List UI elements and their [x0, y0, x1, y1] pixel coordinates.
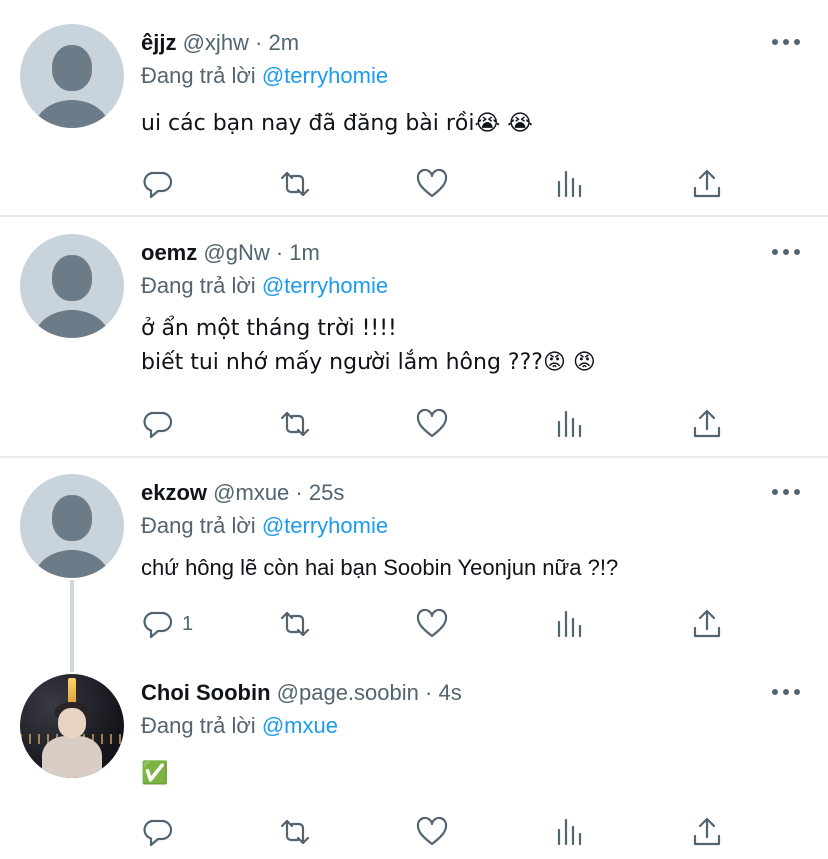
tweet[interactable]: Choi Soobin @page.soobin · 4s Đang trả l…	[0, 658, 828, 859]
reply-button[interactable]	[140, 166, 182, 202]
reply-icon	[143, 411, 173, 439]
timestamp[interactable]: 2m	[269, 30, 300, 55]
default-avatar[interactable]	[20, 24, 124, 128]
default-avatar[interactable]	[20, 234, 124, 338]
like-button[interactable]	[415, 406, 449, 442]
tweet-text: ui các bạn nay đã đăng bài rồi😭 😭	[141, 111, 533, 136]
timestamp[interactable]: 25s	[309, 480, 344, 505]
like-button[interactable]	[415, 166, 449, 202]
user-handle[interactable]: @gNw	[203, 240, 269, 265]
reply-icon	[143, 819, 173, 847]
more-icon[interactable]	[772, 688, 800, 696]
retweet-button[interactable]	[278, 606, 312, 642]
share-icon	[693, 169, 721, 198]
replying-to: Đang trả lời @terryhomie	[141, 62, 388, 90]
reply-count: 1	[182, 612, 194, 635]
mention-link[interactable]: @terryhomie	[262, 273, 388, 298]
separator: ·	[255, 30, 263, 55]
analytics-icon	[557, 610, 582, 638]
mention-link[interactable]: @terryhomie	[262, 63, 388, 88]
timestamp[interactable]: 1m	[289, 240, 320, 265]
tweet[interactable]: êjjz @xjhw · 2m Đang trả lời @terryhomie…	[0, 0, 828, 216]
tweet-header: oemz @gNw · 1m	[141, 240, 320, 266]
replying-label: Đang trả lời	[141, 713, 256, 738]
reply-button[interactable]: 1	[140, 606, 193, 642]
share-button[interactable]	[690, 166, 724, 202]
reply-button[interactable]	[140, 406, 182, 442]
tweet[interactable]: oemz @gNw · 1m Đang trả lời @terryhomie …	[0, 217, 828, 457]
timestamp[interactable]: 4s	[438, 680, 461, 705]
separator: ·	[425, 680, 433, 705]
user-handle[interactable]: @xjhw	[183, 30, 249, 55]
action-bar	[0, 814, 828, 850]
retweet-button[interactable]	[278, 406, 312, 442]
retweet-button[interactable]	[278, 814, 312, 850]
replying-to: Đang trả lời @terryhomie	[141, 272, 388, 300]
views-button[interactable]	[553, 814, 587, 850]
retweet-icon	[280, 171, 310, 197]
retweet-icon	[280, 819, 310, 845]
tweet-header: ekzow @mxue · 25s	[141, 480, 344, 506]
display-name[interactable]: oemz	[141, 240, 197, 265]
display-name[interactable]: Choi Soobin	[141, 680, 271, 705]
more-icon[interactable]	[772, 38, 800, 46]
action-bar: 1	[0, 606, 828, 642]
heart-icon	[416, 816, 448, 846]
action-bar	[0, 406, 828, 442]
analytics-icon	[557, 818, 582, 846]
default-avatar[interactable]	[20, 474, 124, 578]
action-bar	[0, 166, 828, 202]
reply-icon	[143, 171, 173, 199]
tweet-text: chứ hông lẽ còn hai bạn Soobin Yeonjun n…	[141, 555, 619, 580]
views-button[interactable]	[553, 166, 587, 202]
tweet-text: ở ẩn một tháng trời !!!! biết tui nhớ mấ…	[141, 316, 596, 375]
display-name[interactable]: êjjz	[141, 30, 176, 55]
tweet[interactable]: ekzow @mxue · 25s Đang trả lời @terryhom…	[0, 458, 828, 658]
more-icon[interactable]	[772, 248, 800, 256]
heart-icon	[416, 168, 448, 198]
user-handle[interactable]: @page.soobin	[277, 680, 419, 705]
replying-label: Đang trả lời	[141, 63, 256, 88]
share-button[interactable]	[690, 406, 724, 442]
reply-button[interactable]	[140, 814, 182, 850]
analytics-icon	[557, 410, 582, 438]
reply-icon	[143, 611, 173, 639]
user-handle[interactable]: @mxue	[213, 480, 289, 505]
mention-link[interactable]: @terryhomie	[262, 513, 388, 538]
share-button[interactable]	[690, 814, 724, 850]
separator: ·	[275, 240, 284, 265]
tweet-text: ✅	[141, 761, 169, 786]
like-button[interactable]	[415, 606, 449, 642]
share-icon	[693, 817, 721, 846]
share-button[interactable]	[690, 606, 724, 642]
display-name[interactable]: ekzow	[141, 480, 207, 505]
separator: ·	[295, 480, 303, 505]
retweet-button[interactable]	[278, 166, 312, 202]
more-icon[interactable]	[772, 488, 800, 496]
replying-label: Đang trả lời	[141, 273, 256, 298]
heart-icon	[416, 608, 448, 638]
profile-photo[interactable]	[20, 674, 124, 778]
replying-to: Đang trả lời @mxue	[141, 712, 338, 740]
analytics-icon	[557, 170, 582, 198]
share-icon	[693, 409, 721, 438]
share-icon	[693, 609, 721, 638]
mention-link[interactable]: @mxue	[262, 713, 338, 738]
replying-label: Đang trả lời	[141, 513, 256, 538]
heart-icon	[416, 408, 448, 438]
retweet-icon	[280, 611, 310, 637]
like-button[interactable]	[415, 814, 449, 850]
replying-to: Đang trả lời @terryhomie	[141, 512, 388, 540]
tweet-header: êjjz @xjhw · 2m	[141, 30, 299, 56]
retweet-icon	[280, 411, 310, 437]
views-button[interactable]	[553, 606, 587, 642]
tweet-header: Choi Soobin @page.soobin · 4s	[141, 680, 462, 706]
views-button[interactable]	[553, 406, 587, 442]
